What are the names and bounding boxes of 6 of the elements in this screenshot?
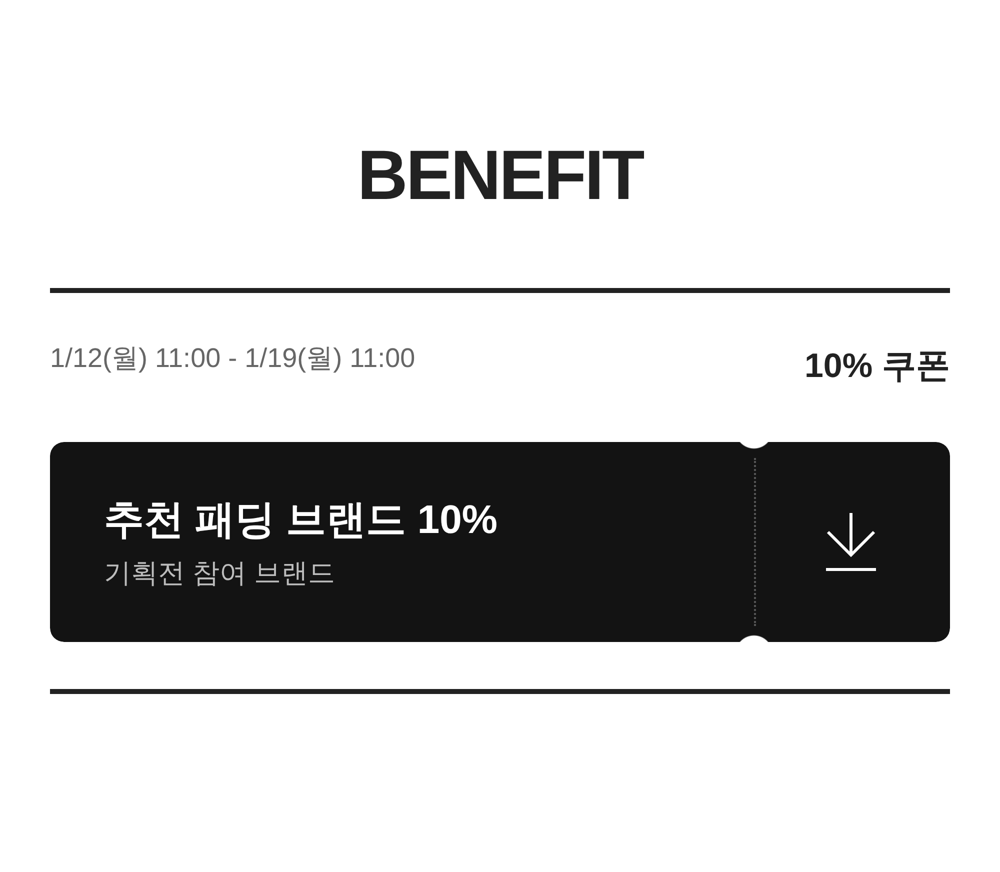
- date-range: 1/12(월) 11:00 - 1/19(월) 11:00: [50, 342, 416, 374]
- download-icon[interactable]: [825, 512, 877, 572]
- coupon-discount-label: 10% 쿠폰: [804, 346, 950, 387]
- coupon-title: 추천 패딩 브랜드 10%: [104, 496, 498, 544]
- coupon-subtitle: 기획전 참여 브랜드: [104, 556, 336, 588]
- page-title: BENEFIT: [357, 139, 643, 211]
